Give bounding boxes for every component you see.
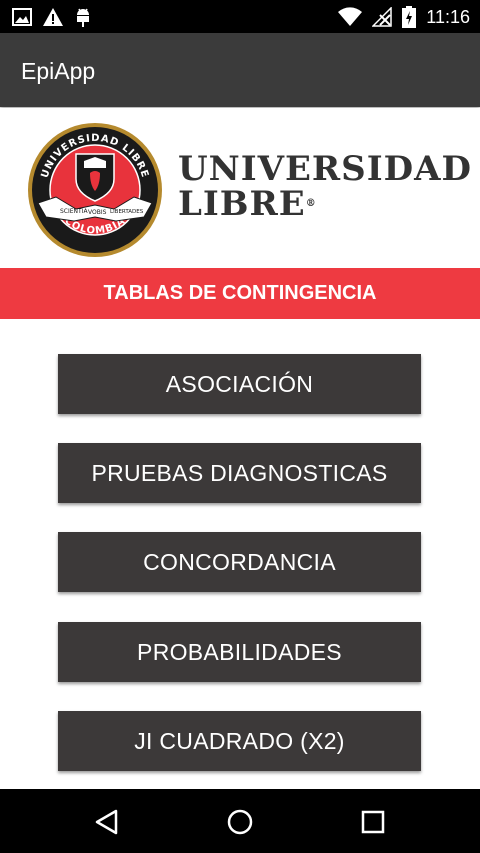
asociacion-button[interactable]: ASOCIACIÓN — [58, 354, 421, 414]
app-bar: EpiApp — [0, 33, 480, 107]
logo-line-2: LIBRE — [178, 184, 306, 224]
status-time: 11:16 — [426, 6, 470, 27]
seal-ribbon-word-3: LIBERTADES — [110, 209, 144, 215]
wifi-icon — [338, 7, 363, 27]
university-seal-icon: UNIVERSIDAD LIBRE COLOMBIA SCIENTIA VOBI… — [28, 123, 162, 257]
probabilidades-button[interactable]: PROBABILIDADES — [58, 622, 421, 682]
logo-line-1: UNIVERSIDAD — [178, 149, 472, 189]
logo-wordmark: UNIVERSIDAD LIBRE® — [178, 152, 472, 222]
home-icon[interactable] — [225, 807, 255, 837]
registered-mark: ® — [305, 198, 317, 209]
app-title: EpiApp — [21, 58, 96, 84]
section-banner: TABLAS DE CONTINGENCIA — [0, 268, 480, 319]
logo-area: UNIVERSIDAD LIBRE COLOMBIA SCIENTIA VOBI… — [0, 108, 480, 268]
status-bar: 11:16 — [0, 0, 480, 33]
battery-charging-icon — [402, 6, 417, 28]
no-signal-icon — [372, 7, 393, 27]
ji-cuadrado-button[interactable]: JI CUADRADO (X2) — [58, 711, 421, 771]
seal-ribbon-word-2: VOBIS — [88, 209, 107, 216]
warning-icon — [43, 8, 63, 26]
image-notification-icon — [12, 8, 32, 26]
pruebas-diagnosticas-button[interactable]: PRUEBAS DIAGNOSTICAS — [58, 443, 421, 503]
recents-icon[interactable] — [358, 807, 388, 837]
android-debug-icon — [77, 8, 89, 27]
seal-ribbon-word-1: SCIENTIA — [60, 208, 88, 215]
concordancia-button[interactable]: CONCORDANCIA — [58, 532, 421, 592]
navigation-bar — [0, 789, 480, 853]
back-icon[interactable] — [92, 807, 122, 837]
